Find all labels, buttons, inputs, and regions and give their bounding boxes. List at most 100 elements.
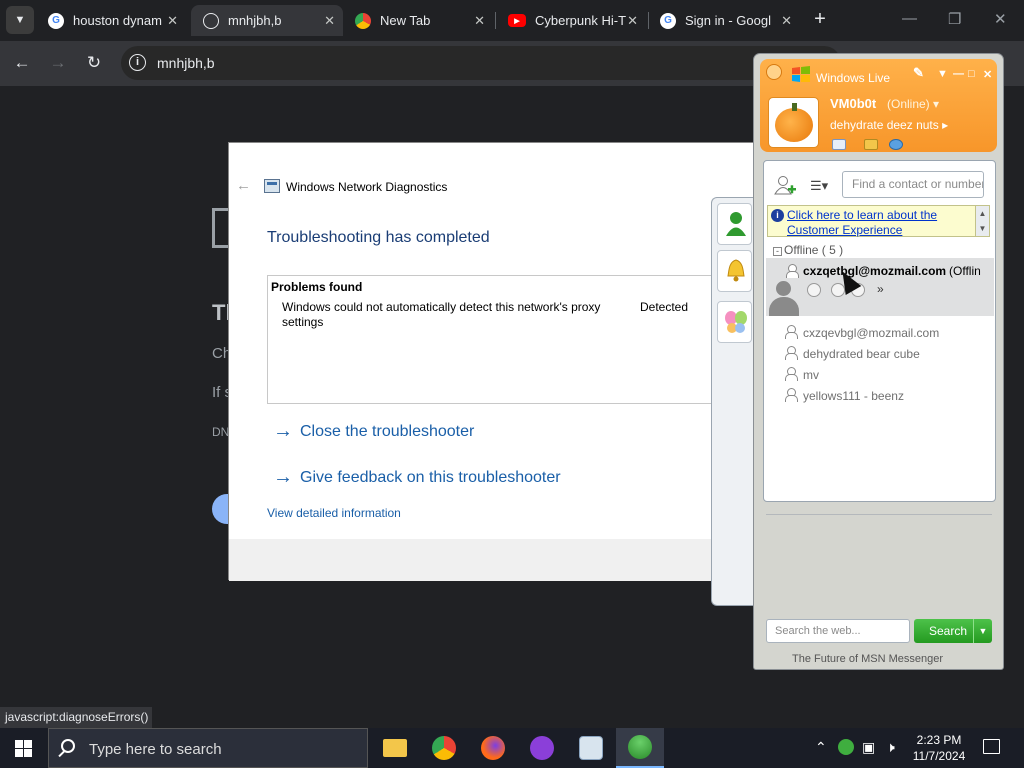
contact-item[interactable]: cxzqevbgl@mozmail.com: [803, 326, 939, 340]
tab-houston[interactable]: G houston dynam ✕: [36, 5, 186, 36]
close-troubleshooter-label: Close the troubleshooter: [300, 422, 475, 440]
paint-icon[interactable]: ✎: [913, 65, 924, 81]
close-tab-icon[interactable]: ✕: [324, 13, 335, 29]
taskbar-network-diagnostics[interactable]: [567, 728, 615, 768]
messenger-buddy-icon: [628, 735, 652, 759]
maximize-icon[interactable]: □: [968, 68, 975, 80]
problems-header: Problems found: [271, 280, 363, 294]
taskbar-messenger[interactable]: [616, 728, 664, 768]
taskbar-chrome[interactable]: [420, 728, 468, 768]
customer-experience-link[interactable]: Click here to learn about the Customer E…: [787, 208, 972, 238]
list-view-menu-icon[interactable]: ☰▾: [810, 178, 828, 194]
folder-icon[interactable]: [864, 139, 878, 150]
folder-icon: [383, 739, 407, 757]
taskbar-clock[interactable]: 2:23 PM 11/7/2024: [906, 732, 972, 764]
close-tab-icon[interactable]: ✕: [167, 13, 178, 29]
clock-date: 11/7/2024: [912, 749, 966, 763]
taskbar-purple-app[interactable]: [518, 728, 566, 768]
user-status-menu[interactable]: (Online) ▾: [887, 97, 939, 111]
site-info-icon[interactable]: i: [129, 54, 146, 71]
notification-icon[interactable]: [983, 739, 1000, 754]
mail-icon[interactable]: [832, 139, 846, 150]
contact-email[interactable]: cxzqetbgl@mozmail.com: [803, 264, 946, 278]
address-text[interactable]: mnhjbh,b: [157, 55, 215, 71]
windows-live-logo-icon[interactable]: [766, 64, 782, 80]
contact-item[interactable]: dehydrated bear cube: [803, 347, 920, 361]
tab-cyberpunk[interactable]: ▶ Cyberpunk Hi-T ✕: [496, 5, 646, 36]
bell-icon: [727, 259, 745, 282]
reload-icon[interactable]: ↻: [81, 51, 107, 77]
side-tab-alerts[interactable]: [717, 250, 752, 292]
selected-contact[interactable]: cxzqetbgl@mozmail.com (Offlin »: [766, 258, 994, 316]
search-dropdown-icon[interactable]: ▼: [973, 619, 992, 643]
chrome-icon: [432, 736, 456, 760]
contact-item[interactable]: mv: [803, 368, 819, 382]
taskbar-search-box[interactable]: Type here to search: [48, 728, 368, 768]
customer-experience-bar[interactable]: i Click here to learn about the Customer…: [767, 205, 990, 237]
contact-status-icon: [784, 325, 798, 339]
tab-search-button[interactable]: ▼: [6, 6, 34, 34]
firefox-icon: [481, 736, 505, 760]
close-tab-icon[interactable]: ✕: [474, 13, 485, 29]
minimize-icon[interactable]: —: [953, 68, 964, 80]
messenger-side-tabs: [711, 197, 755, 606]
contact-avatar[interactable]: [766, 279, 802, 316]
user-display-name[interactable]: VM0b0t: [830, 96, 876, 111]
windows-logo-pane: [15, 740, 23, 748]
pumpkin-stem: [792, 103, 797, 111]
tab-title: New Tab: [380, 13, 431, 28]
taskbar-file-explorer[interactable]: [371, 728, 419, 768]
tray-messenger-icon[interactable]: [838, 739, 854, 755]
forward-arrow-icon[interactable]: →: [45, 51, 71, 77]
find-contact-input[interactable]: Find a contact or number: [842, 171, 984, 198]
close-icon[interactable]: ✕: [983, 68, 992, 81]
contact-item[interactable]: yellows111 - beenz: [803, 389, 904, 403]
close-tab-icon[interactable]: ✕: [627, 13, 638, 29]
collapse-icon[interactable]: -: [773, 247, 782, 256]
windows-logo-pane: [24, 749, 32, 757]
minimize-icon[interactable]: —: [902, 10, 917, 27]
view-details-link[interactable]: View detailed information: [267, 506, 401, 520]
close-troubleshooter-link[interactable]: → Close the troubleshooter: [273, 420, 474, 443]
msn-today-icon[interactable]: [889, 139, 903, 150]
divider: [766, 514, 992, 515]
view-profile-icon[interactable]: [807, 283, 821, 297]
close-window-icon[interactable]: ✕: [994, 10, 1007, 28]
restore-icon[interactable]: ❐: [948, 10, 961, 28]
tab-sign-in[interactable]: G Sign in - Googl ✕: [648, 5, 800, 36]
taskbar-firefox[interactable]: [469, 728, 517, 768]
user-avatar[interactable]: [768, 97, 819, 148]
new-tab-button[interactable]: +: [808, 8, 832, 32]
youtube-icon: ▶: [508, 14, 526, 27]
google-icon: G: [48, 12, 64, 29]
network-icon[interactable]: ▣: [862, 739, 875, 756]
contact-list-panel: ☰▾ Find a contact or number i Click here…: [763, 160, 996, 502]
messenger-header: Windows Live ✎ ▼ — □ ✕ VM0b0t (Online) ▾…: [760, 59, 997, 152]
personal-message-menu[interactable]: dehydrate deez nuts ▸: [830, 118, 948, 132]
tray-overflow-icon[interactable]: ⌃: [815, 739, 827, 756]
offline-group-header[interactable]: - Offline ( 5 ): [773, 243, 843, 257]
back-arrow-icon[interactable]: ←: [236, 177, 251, 194]
search-button[interactable]: Search ▼: [914, 619, 992, 643]
more-actions-icon[interactable]: »: [877, 282, 884, 296]
network-diagnostics-icon: [579, 736, 603, 760]
volume-icon[interactable]: 🕨: [886, 739, 895, 756]
messenger-title: Windows Live: [816, 71, 891, 85]
close-tab-icon[interactable]: ✕: [781, 13, 792, 29]
give-feedback-link[interactable]: → Give feedback on this troubleshooter: [273, 466, 561, 489]
tab-mnhjbh[interactable]: mnhjbh,b ✕: [191, 5, 343, 36]
info-scrollbar[interactable]: ▲ ▼: [975, 206, 989, 236]
back-arrow-icon[interactable]: ←: [9, 51, 35, 77]
start-button[interactable]: [15, 740, 32, 757]
add-contact-icon[interactable]: [774, 175, 796, 197]
menu-chevron-icon[interactable]: ▼: [937, 68, 948, 80]
windows-flag-icon: [792, 66, 810, 82]
web-search-input[interactable]: Search the web...: [766, 619, 910, 643]
tab-new-tab[interactable]: New Tab ✕: [343, 5, 493, 36]
messenger-footer: The Future of MSN Messenger: [792, 653, 944, 665]
side-tab-fun[interactable]: [717, 301, 752, 343]
side-tab-contacts[interactable]: [717, 203, 752, 245]
contact-status: (Offlin: [949, 264, 981, 278]
address-bar[interactable]: i mnhjbh,b: [121, 46, 841, 80]
tab-title: mnhjbh,b: [228, 13, 282, 28]
